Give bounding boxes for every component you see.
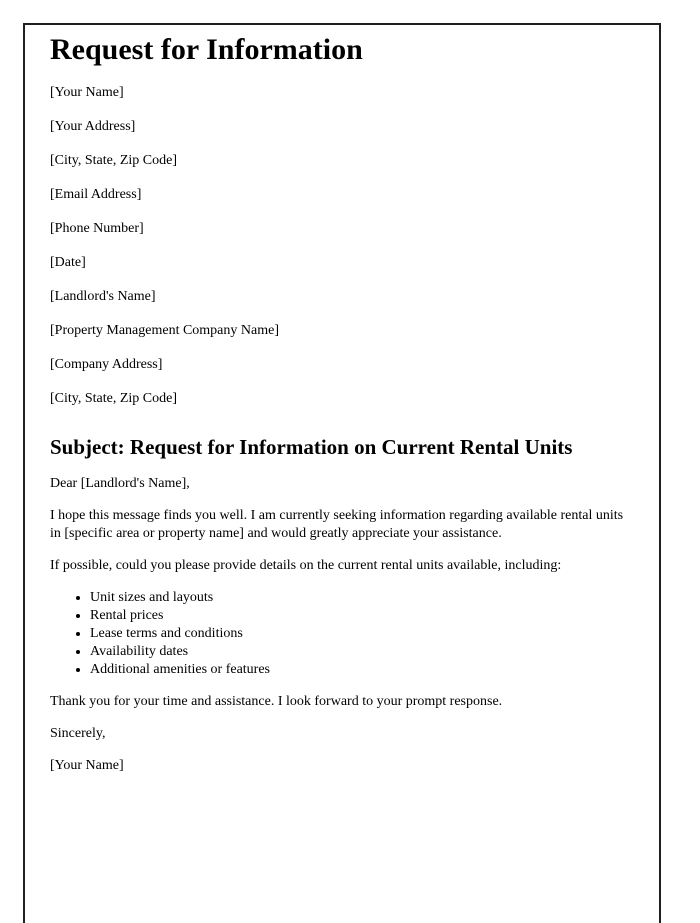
- closing-salutation: Sincerely,: [50, 726, 106, 741]
- closing-paragraph: Thank you for your time and assistance. …: [50, 694, 503, 709]
- sender-city-line: [City, State, Zip Code]: [50, 153, 178, 168]
- list-item: Additional amenities or features: [90, 661, 636, 679]
- document-content: Request for Information [Your Name] [You…: [50, 32, 636, 775]
- list-item: Unit sizes and layouts: [90, 589, 636, 607]
- sender-address-block: [Your Name] [Your Address] [City, State,…: [50, 84, 636, 238]
- signature-name: [Your Name]: [50, 758, 124, 773]
- sender-email-line: [Email Address]: [50, 187, 142, 202]
- list-item: Availability dates: [90, 643, 636, 661]
- sender-phone-line: [Phone Number]: [50, 221, 144, 236]
- recipient-street-line: [Company Address]: [50, 357, 163, 372]
- body-paragraph-1: I hope this message finds you well. I am…: [50, 508, 624, 541]
- detail-request-list: Unit sizes and layouts Rental prices Lea…: [50, 589, 636, 679]
- recipient-city-line: [City, State, Zip Code]: [50, 391, 178, 406]
- page-title: Request for Information: [50, 33, 363, 66]
- sender-name-line: [Your Name]: [50, 85, 124, 100]
- recipient-name-line: [Landlord's Name]: [50, 289, 156, 304]
- list-item: Rental prices: [90, 607, 636, 625]
- body-paragraph-2: If possible, could you please provide de…: [50, 558, 562, 573]
- subject-heading: Subject: Request for Information on Curr…: [50, 435, 573, 459]
- sender-street-line: [Your Address]: [50, 119, 136, 134]
- recipient-address-block: [Landlord's Name] [Property Management C…: [50, 288, 636, 408]
- salutation-line: Dear [Landlord's Name],: [50, 476, 190, 491]
- document-page: Request for Information [Your Name] [You…: [23, 23, 661, 923]
- date-line: [Date]: [50, 255, 86, 270]
- list-item: Lease terms and conditions: [90, 625, 636, 643]
- recipient-company-line: [Property Management Company Name]: [50, 323, 279, 338]
